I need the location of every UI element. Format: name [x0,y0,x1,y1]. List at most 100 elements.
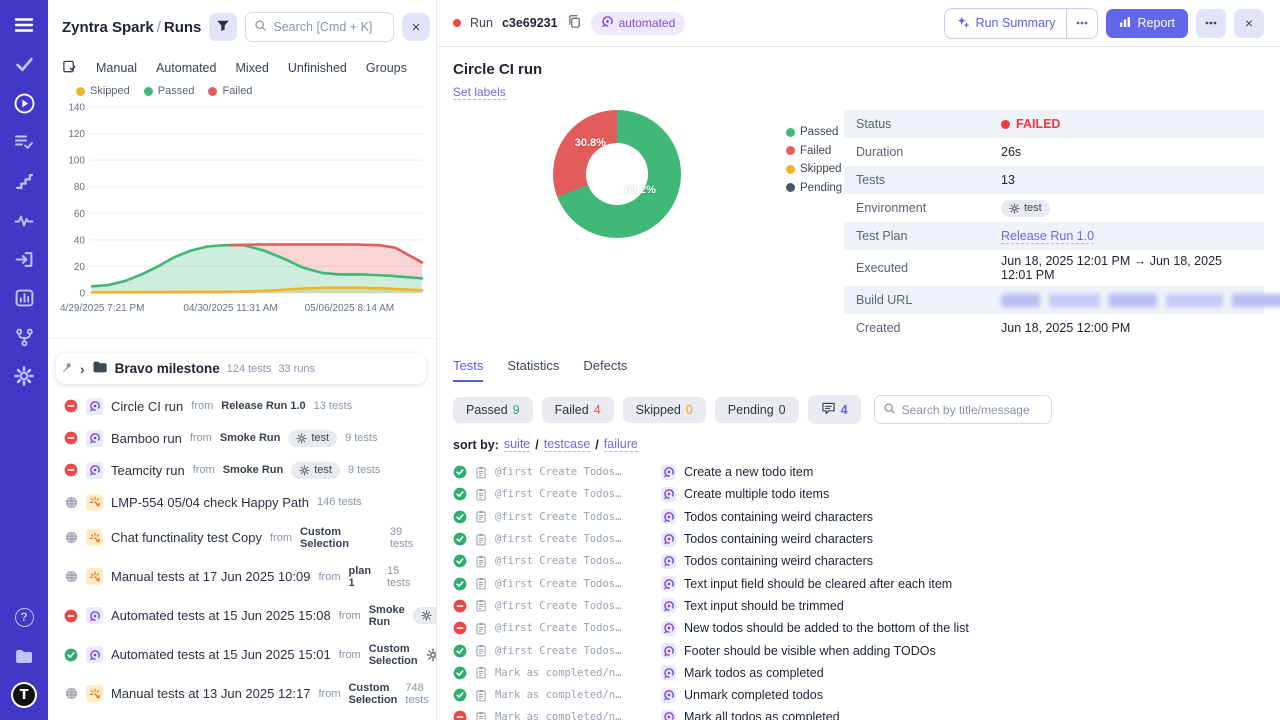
test-suite-name[interactable]: @first Create Todos… [495,622,653,634]
filter-skipped-button[interactable]: Skipped 0 [623,397,706,423]
analytics-icon[interactable] [11,285,37,311]
test-suite-name[interactable]: @first Create Todos… [495,533,653,545]
import-icon[interactable] [11,246,37,272]
menu-icon[interactable] [11,12,37,38]
run-row[interactable]: Manual tests at 13 Jun 2025 12:17fromCus… [56,674,436,713]
filter-failed-button[interactable]: Failed 4 [542,397,614,423]
pulse-icon[interactable] [11,207,37,233]
runs-tab-automated[interactable]: Automated [156,61,216,75]
test-row[interactable]: @first Create Todos… Footer should be vis… [453,639,1264,661]
run-row[interactable]: Manual tests at 17 Jun 2025 10:09frompla… [56,557,436,596]
filter-button[interactable] [209,13,237,41]
run-row[interactable]: Circle CI runfromRelease Run 1.013 tests [56,390,436,422]
runs-tab-mixed[interactable]: Mixed [235,61,268,75]
test-title[interactable]: Create a new todo item [684,465,813,479]
tab-tests[interactable]: Tests [453,358,483,382]
breadcrumb-project[interactable]: Zyntra Spark [62,19,154,36]
run-row[interactable]: LMP-554 05/04 check Happy Path146 tests [56,486,436,518]
test-plan-link[interactable]: Release Run 1.0 [1001,229,1094,244]
test-row[interactable]: @first Create Todos… Todos containing wei… [453,528,1264,550]
test-suite-name[interactable]: @first Create Todos… [495,466,653,478]
test-title[interactable]: Todos containing weird characters [684,554,873,568]
test-suite-name[interactable]: @first Create Todos… [495,645,653,657]
run-from-target[interactable]: Custom Selection [369,643,418,667]
sort-by-failure[interactable]: failure [604,437,638,452]
tab-statistics[interactable]: Statistics [507,358,559,382]
test-title[interactable]: Mark todos as completed [684,666,824,680]
run-from-target[interactable]: Smoke Run [220,432,281,444]
copy-icon[interactable] [567,14,582,32]
set-labels-link[interactable]: Set labels [453,85,506,100]
test-title[interactable]: Footer should be visible when adding TOD… [684,644,936,658]
select-runs-icon[interactable] [62,59,77,77]
test-suite-name[interactable]: @first Create Todos… [495,511,653,523]
runs-search[interactable] [245,12,394,42]
help-icon[interactable]: ? [11,604,37,630]
test-suite-name[interactable]: @first Create Todos… [495,488,653,500]
test-suite-name[interactable]: @first Create Todos… [495,578,653,590]
filter-passed-button[interactable]: Passed 9 [453,397,533,423]
test-row[interactable]: @first Create Todos… Create multiple todo… [453,483,1264,505]
run-row[interactable]: Automated tests at 15 Jun 2025 15:08from… [56,596,436,635]
tests-search[interactable] [874,395,1052,424]
test-suite-name[interactable]: Mark as completed/n… [495,711,653,720]
automated-badge[interactable]: automated [591,12,686,35]
branch-icon[interactable] [11,324,37,350]
run-row[interactable]: Automated tests at 15 Jun 2025 15:01from… [56,635,436,674]
plans-list-icon[interactable] [11,129,37,155]
more-actions-button[interactable] [1196,9,1226,38]
test-title[interactable]: Unmark completed todos [684,688,823,702]
run-row[interactable]: Manual tests at 13 Jun 2025 12:16fromCus… [56,713,436,720]
test-row[interactable]: @first Create Todos… Create a new todo it… [453,461,1264,483]
run-from-target[interactable]: Custom Selection [348,682,397,706]
app-logo[interactable]: T [11,682,37,708]
tests-search-input[interactable] [902,403,1043,417]
test-title[interactable]: Text input field should be cleared after… [684,577,952,591]
settings-gear-icon[interactable] [11,363,37,389]
sort-by-testcase[interactable]: testcase [544,437,591,452]
test-title[interactable]: Todos containing weird characters [684,532,873,546]
test-row[interactable]: @first Create Todos…New todos should be … [453,617,1264,639]
projects-folder-icon[interactable] [11,643,37,669]
test-suite-name[interactable]: Mark as completed/n… [495,667,653,679]
runs-tab-unfinished[interactable]: Unfinished [288,61,347,75]
run-summary-more-button[interactable] [1066,9,1097,38]
run-from-target[interactable]: plan 1 [348,565,379,589]
run-from-target[interactable]: Release Run 1.0 [221,400,305,412]
tab-defects[interactable]: Defects [583,358,627,382]
run-row[interactable]: Teamcity runfromSmoke Runtest9 tests [56,454,436,486]
run-settings-gear-icon[interactable] [426,648,436,662]
test-suite-name[interactable]: Mark as completed/n… [495,689,653,701]
sort-by-suite[interactable]: suite [504,437,530,452]
report-button[interactable]: Report [1106,9,1188,38]
test-row[interactable]: Mark as completed/n… Mark all todos as co… [453,706,1264,720]
close-run-detail-button[interactable]: × [1234,9,1264,38]
test-row[interactable]: @first Create Todos… Text input should be… [453,595,1264,617]
runs-play-icon[interactable] [11,90,37,116]
steps-icon[interactable] [11,168,37,194]
test-title[interactable]: Create multiple todo items [684,487,829,501]
test-row[interactable]: @first Create Todos… Todos containing wei… [453,506,1264,528]
test-row[interactable]: Mark as completed/n… Mark todos as comple… [453,662,1264,684]
run-from-target[interactable]: Smoke Run [369,604,405,628]
test-title[interactable]: Mark all todos as completed [684,710,840,720]
test-row[interactable]: @first Create Todos… Todos containing wei… [453,550,1264,572]
comments-filter-button[interactable]: 4 [808,395,861,424]
run-row[interactable]: Bamboo runfromSmoke Runtest9 tests [56,422,436,454]
test-suite-name[interactable]: @first Create Todos… [495,555,653,567]
close-runs-panel-button[interactable]: × [402,13,430,41]
run-from-target[interactable]: Custom Selection [300,526,382,550]
run-row[interactable]: Chat functinality test CopyfromCustom Se… [56,518,436,557]
runs-tab-manual[interactable]: Manual [96,61,137,75]
test-row[interactable]: @first Create Todos… Text input field sho… [453,572,1264,594]
test-suite-name[interactable]: @first Create Todos… [495,600,653,612]
tests-check-icon[interactable] [11,51,37,77]
run-from-target[interactable]: Smoke Run [223,464,284,476]
milestone-row[interactable]: › Bravo milestone 124 tests 33 runs [56,353,426,384]
test-title[interactable]: Text input should be trimmed [684,599,844,613]
runs-tab-groups[interactable]: Groups [366,61,407,75]
test-row[interactable]: Mark as completed/n… Unmark completed tod… [453,684,1264,706]
test-title[interactable]: Todos containing weird characters [684,510,873,524]
filter-pending-button[interactable]: Pending 0 [715,397,799,423]
chevron-right-icon[interactable]: › [80,362,85,376]
